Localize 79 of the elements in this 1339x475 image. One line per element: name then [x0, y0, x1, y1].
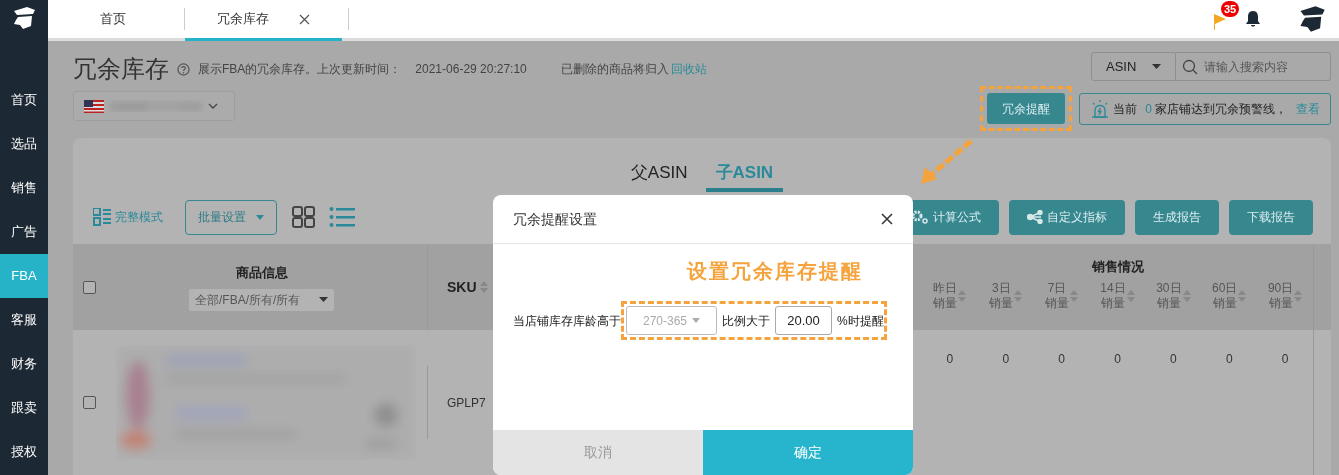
search-input[interactable]: 请输入搜索内容: [1204, 57, 1324, 76]
sidebar-item[interactable]: FBA: [0, 254, 48, 298]
logo-icon[interactable]: [11, 6, 37, 30]
column-header: 60日 销量: [1212, 280, 1238, 311]
table-cell-text: 0: [1002, 351, 1010, 368]
sidebar-item[interactable]: 跟卖: [0, 386, 48, 430]
asin-tab[interactable]: 父ASIN: [620, 160, 698, 192]
search-field[interactable]: 请输入搜索内容: [1176, 52, 1331, 81]
sku-cell-text: GPLP7: [447, 394, 486, 412]
page-title: 冗余库存: [73, 54, 169, 84]
table-cell-text: 0: [1114, 351, 1121, 368]
sidebar-item[interactable]: 首页: [0, 78, 48, 122]
store-select[interactable]: [73, 91, 235, 121]
us-flag-icon: [84, 99, 104, 113]
reminder-button[interactable]: 冗余提醒: [987, 93, 1066, 124]
recycle-note: 已删除的商品将归入: [560, 61, 669, 78]
confirm-button[interactable]: 确定: [703, 430, 913, 475]
batch-settings-dropdown[interactable]: 批量设置: [185, 199, 277, 235]
table-cell-text: 0: [1170, 351, 1177, 368]
page-tab[interactable]: 冗余库存: [185, 0, 342, 41]
caret-icon: [692, 318, 700, 323]
select-all-checkbox[interactable]: [83, 280, 96, 294]
sidebar-item[interactable]: 广告: [0, 210, 48, 254]
column-header: 商品信息: [235, 264, 288, 283]
toolbar-button[interactable]: 自定义指标: [1009, 199, 1125, 235]
sidebar-item[interactable]: 财务: [0, 342, 48, 386]
caret-icon: [319, 297, 328, 303]
column-header: 14日 销量: [1100, 280, 1126, 311]
table-cell-text: 0: [1281, 351, 1289, 368]
column-header: 7日 销量: [1045, 280, 1070, 311]
caret-icon: [256, 214, 264, 220]
toolbar-button[interactable]: 下载报告: [1229, 199, 1313, 235]
table-cell-text: 0: [1225, 351, 1233, 368]
sidebar-item[interactable]: 选品: [0, 122, 48, 166]
gear-icon: [911, 210, 929, 224]
sidebar-item[interactable]: 客服: [0, 298, 48, 342]
notification-badge: 35: [1221, 1, 1240, 17]
page-tab[interactable]: 首页: [48, 0, 178, 40]
dialog-title: 冗余提醒设置: [513, 209, 597, 229]
table-cell-text: 0: [946, 351, 954, 368]
product-filter-select[interactable]: 全部/FBA/所有/所有: [189, 288, 334, 311]
annotation-text: 设置冗余库存提醒: [687, 259, 863, 284]
arrow: [921, 139, 973, 184]
alert-text: 家店铺达到冗余预警线，: [1155, 100, 1287, 118]
search-icon: [1182, 58, 1198, 75]
description-text: 展示FBA的冗余库存。上次更新时间：: [198, 61, 402, 78]
column-group-header: 销售情况: [1090, 258, 1145, 276]
list-view-icon[interactable]: [329, 206, 355, 228]
cancel-button[interactable]: 取消: [493, 430, 703, 475]
close-icon[interactable]: [881, 213, 893, 225]
field-label: 当店铺库存库龄高于: [513, 312, 621, 330]
share-icon: [1027, 210, 1043, 224]
column-header: 昨日 销量: [933, 280, 958, 311]
column-header: 3日 销量: [989, 280, 1014, 311]
column-header: 90日 销量: [1267, 280, 1294, 311]
alarm-icon: [1090, 98, 1111, 119]
sidebar-item[interactable]: 授权: [0, 430, 48, 474]
search-type-select[interactable]: ASIN: [1091, 52, 1176, 81]
row-checkbox[interactable]: [83, 396, 96, 409]
alert-label: 当前: [1113, 100, 1138, 118]
toolbar-button[interactable]: 生成报告: [1135, 199, 1219, 235]
grid-view-icon[interactable]: [291, 206, 317, 228]
full-mode-toggle[interactable]: 完整模式: [93, 208, 163, 226]
field-label: %时提醒: [837, 312, 884, 330]
bell-icon[interactable]: [1245, 10, 1261, 28]
sidebar-item[interactable]: 销售: [0, 166, 48, 210]
column-header: SKU: [447, 277, 477, 297]
field-label: 比例大于: [722, 312, 770, 330]
layout-icon: [93, 208, 111, 226]
flag-icon[interactable]: [1213, 13, 1227, 31]
help-icon[interactable]: [177, 62, 190, 76]
column-header: 30日 销量: [1156, 280, 1182, 311]
ratio-input[interactable]: 20.00: [775, 306, 832, 335]
close-icon[interactable]: [299, 13, 310, 25]
chevron-down-icon: [208, 103, 218, 109]
alert-count: 0: [1145, 100, 1152, 118]
table-cell-text: 0: [1058, 351, 1065, 368]
update-time: 2021-06-29 20:27:10: [415, 61, 527, 78]
caret-icon: [1152, 64, 1161, 69]
